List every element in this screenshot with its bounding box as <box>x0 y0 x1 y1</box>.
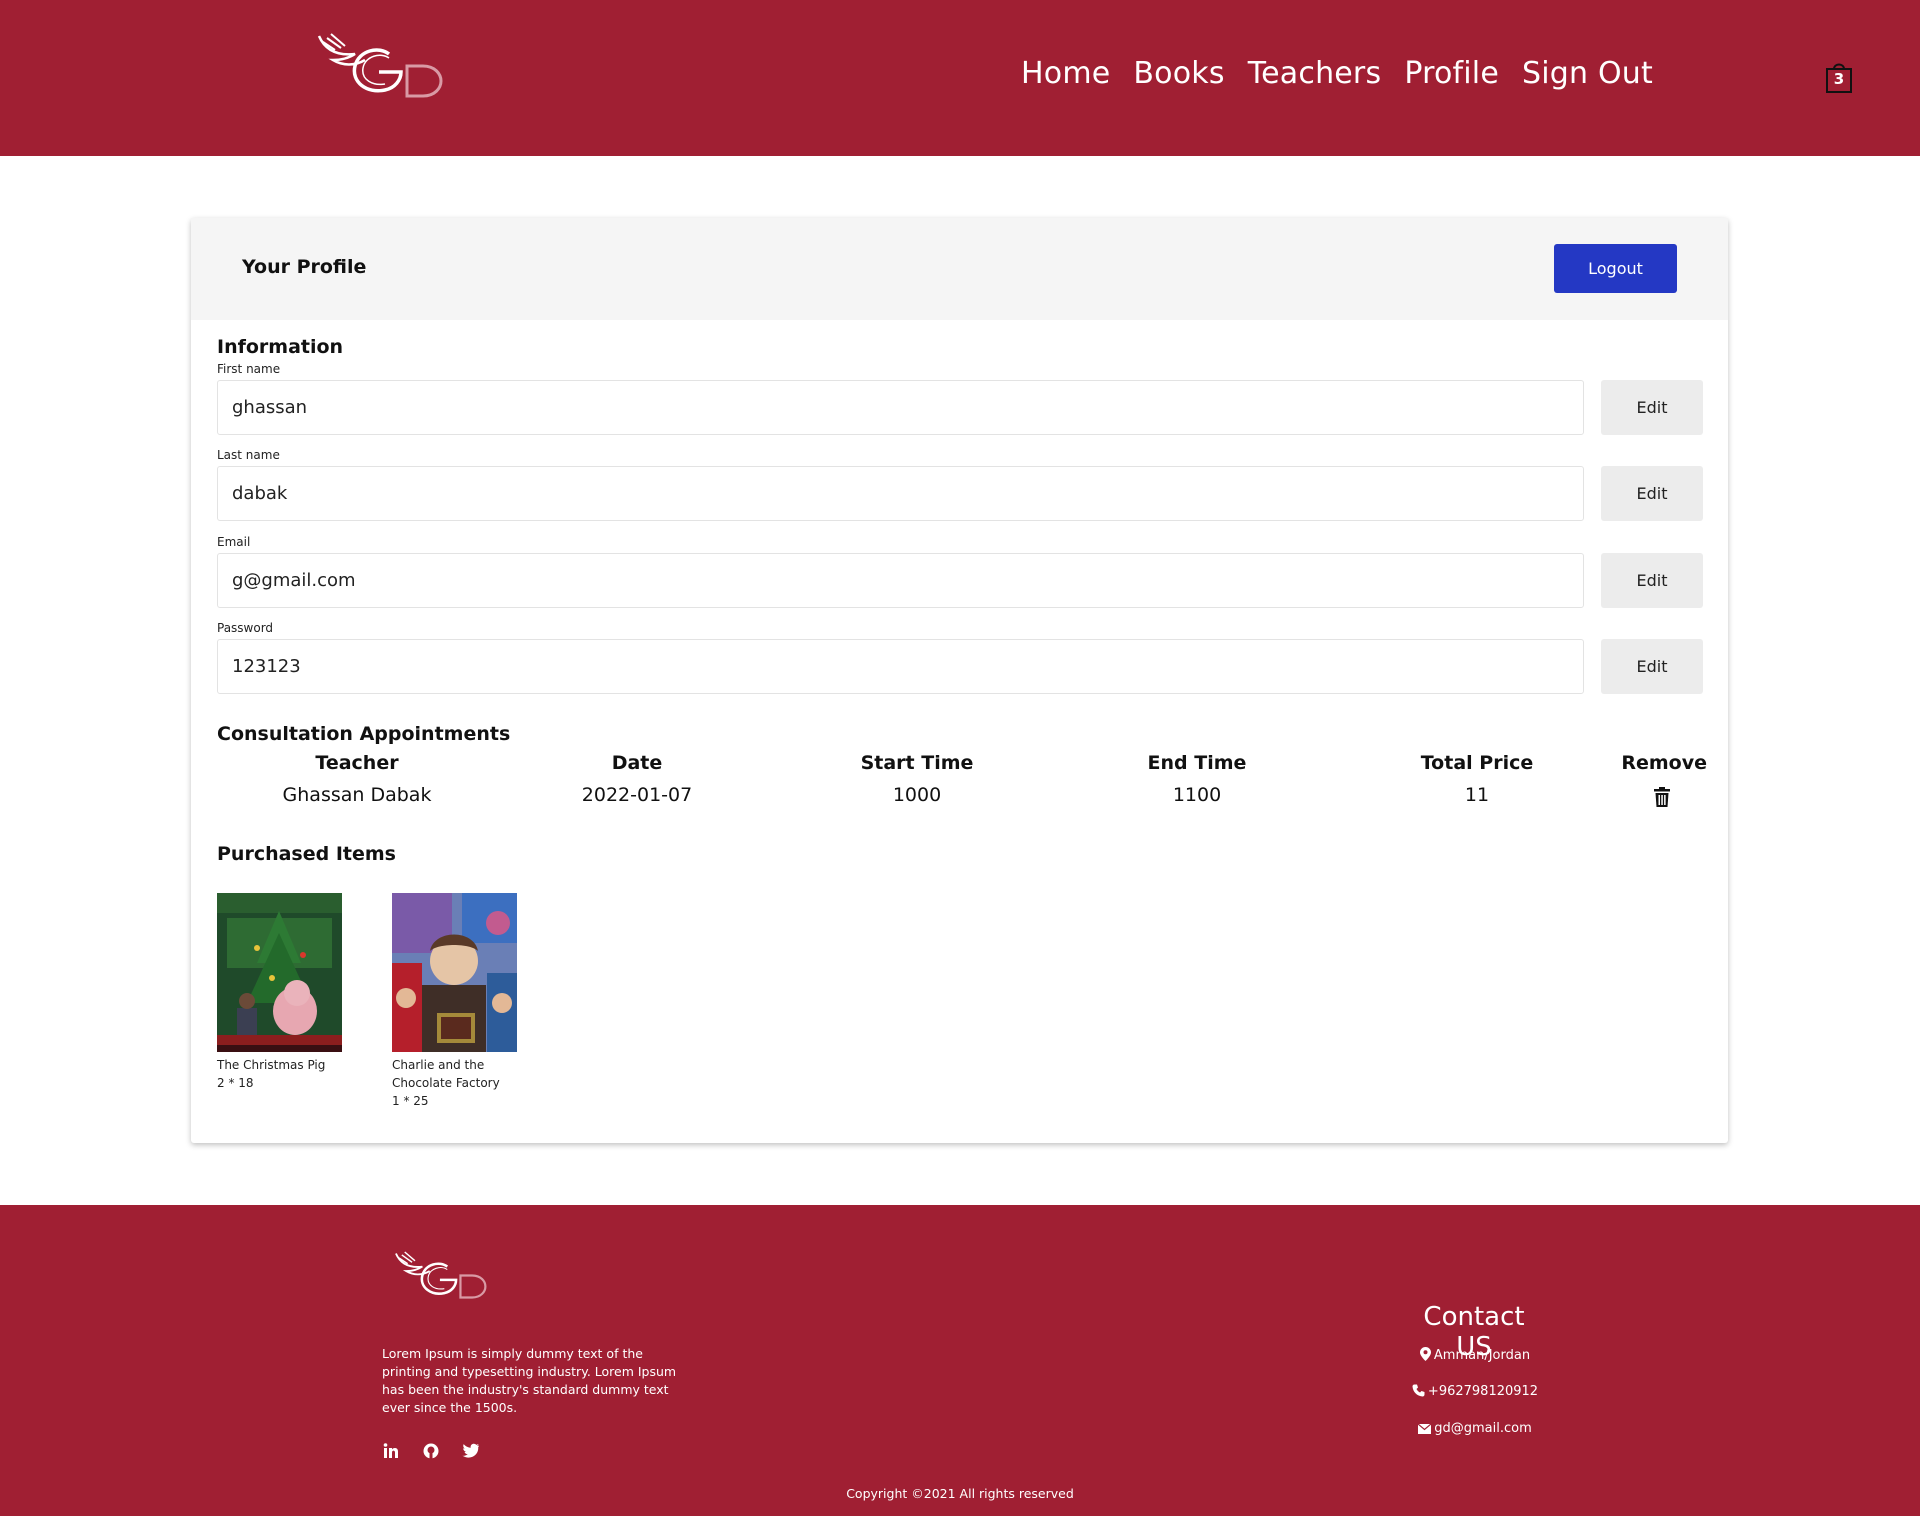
email-label: Email <box>217 535 251 549</box>
edit-email-button[interactable]: Edit <box>1601 553 1703 608</box>
footer-description: Lorem Ipsum is simply dummy text of the … <box>382 1346 677 1415</box>
appointments-header-row: Teacher Date Start Time End Time Total P… <box>217 752 1707 782</box>
phone-icon <box>1412 1384 1425 1397</box>
cell-teacher: Ghassan Dabak <box>282 784 432 806</box>
github-icon[interactable] <box>422 1442 440 1460</box>
location-pin-icon <box>1419 1347 1431 1361</box>
appointments-title: Consultation Appointments <box>217 723 511 745</box>
book-quantity: 2 * 18 <box>217 1076 254 1090</box>
social-links <box>382 1442 480 1460</box>
logout-button[interactable]: Logout <box>1554 244 1677 293</box>
header-teacher: Teacher <box>315 752 399 774</box>
information-title: Information <box>217 336 344 358</box>
contact-email: gd@gmail.com <box>1370 1421 1580 1436</box>
book-cover-charlie-chocolate <box>392 893 517 1052</box>
contact-phone: +962798120912 <box>1370 1384 1580 1399</box>
cart-button[interactable]: 3 <box>1824 60 1854 94</box>
header-date: Date <box>611 752 663 774</box>
purchased-title: Purchased Items <box>217 843 396 865</box>
header-total-price: Total Price <box>1420 752 1534 774</box>
nav-teachers[interactable]: Teachers <box>1248 56 1382 91</box>
book-quantity: 1 * 25 <box>392 1094 429 1108</box>
header-remove: Remove <box>1621 752 1707 774</box>
cart-count-badge: 3 <box>1833 70 1845 88</box>
header-start-time: Start Time <box>860 752 974 774</box>
last-name-field[interactable] <box>217 466 1584 521</box>
trash-icon[interactable] <box>1651 786 1673 808</box>
profile-card: Your Profile Logout Information First na… <box>191 218 1728 1143</box>
first-name-label: First name <box>217 362 281 376</box>
cell-total-price: 11 <box>1464 784 1490 806</box>
book-title: The Christmas Pig <box>217 1058 326 1072</box>
nav-books[interactable]: Books <box>1133 56 1224 91</box>
profile-card-header: Your Profile Logout <box>191 218 1728 320</box>
list-item[interactable]: The Christmas Pig 2 * 18 <box>217 893 342 1092</box>
contact-email-text: gd@gmail.com <box>1434 1421 1532 1436</box>
contact-phone-text: +962798120912 <box>1427 1384 1539 1399</box>
table-row: Ghassan Dabak 2022-01-07 1000 1100 11 <box>217 784 1707 814</box>
twitter-icon[interactable] <box>462 1442 480 1460</box>
book-title: Charlie and the Chocolate Factory <box>392 1058 500 1090</box>
nav-profile[interactable]: Profile <box>1404 56 1499 91</box>
site-footer: Lorem Ipsum is simply dummy text of the … <box>0 1205 1920 1516</box>
email-field[interactable] <box>217 553 1584 608</box>
last-name-label: Last name <box>217 448 280 462</box>
copyright-text: Copyright ©2021 All rights reserved <box>846 1486 1074 1501</box>
list-item[interactable]: Charlie and the Chocolate Factory 1 * 25 <box>392 893 517 1110</box>
contact-location-text: Amman/Jordan <box>1433 1348 1531 1363</box>
envelope-icon <box>1417 1423 1432 1434</box>
header-end-time: End Time <box>1147 752 1247 774</box>
main-nav: Home Books Teachers Profile Sign Out <box>1021 56 1653 91</box>
cell-end-time: 1100 <box>1172 784 1222 806</box>
first-name-field[interactable] <box>217 380 1584 435</box>
nav-home[interactable]: Home <box>1021 56 1110 91</box>
gd-logo-icon[interactable] <box>315 30 465 102</box>
linkedin-icon[interactable] <box>382 1442 400 1460</box>
edit-last-name-button[interactable]: Edit <box>1601 466 1703 521</box>
site-header: Home Books Teachers Profile Sign Out 3 <box>0 0 1920 156</box>
password-field[interactable] <box>217 639 1584 694</box>
nav-sign-out[interactable]: Sign Out <box>1522 56 1653 91</box>
gd-logo-icon[interactable] <box>393 1249 503 1321</box>
cell-date: 2022-01-07 <box>581 784 693 806</box>
cell-start-time: 1000 <box>892 784 942 806</box>
profile-title: Your Profile <box>242 256 367 278</box>
contact-location: Amman/Jordan <box>1370 1347 1580 1363</box>
edit-first-name-button[interactable]: Edit <box>1601 380 1703 435</box>
book-cover-christmas-pig <box>217 893 342 1052</box>
password-label: Password <box>217 621 274 635</box>
edit-password-button[interactable]: Edit <box>1601 639 1703 694</box>
